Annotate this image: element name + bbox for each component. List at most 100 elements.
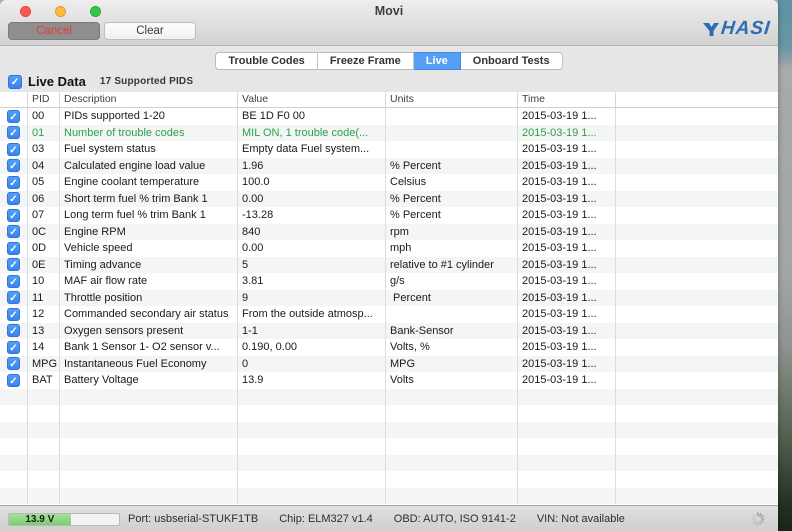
row-value: [238, 488, 386, 505]
row-pid: 01: [28, 125, 60, 142]
row-checkbox[interactable]: [7, 143, 20, 156]
column-header-value[interactable]: Value: [238, 92, 386, 107]
row-time: [518, 405, 616, 422]
row-filler: [616, 372, 778, 389]
row-time: 2015-03-19 1...: [518, 191, 616, 208]
row-checkbox[interactable]: [7, 308, 20, 321]
table-row[interactable]: 06 Short term fuel % trim Bank 1 0.00 % …: [0, 191, 778, 208]
row-checkbox[interactable]: [7, 357, 20, 370]
table-row: [0, 438, 778, 455]
row-description: Vehicle speed: [60, 240, 238, 257]
row-description: [60, 422, 238, 439]
row-checkbox[interactable]: [7, 291, 20, 304]
row-pid: [28, 405, 60, 422]
clear-button[interactable]: Clear: [104, 22, 196, 40]
table-row[interactable]: 0D Vehicle speed 0.00 mph 2015-03-19 1..…: [0, 240, 778, 257]
row-units: [386, 405, 518, 422]
table-row[interactable]: 01 Number of trouble codes MIL ON, 1 tro…: [0, 125, 778, 142]
row-pid: [28, 488, 60, 505]
row-value: 9: [238, 290, 386, 307]
row-value: 13.9: [238, 372, 386, 389]
column-header-pid[interactable]: PID: [28, 92, 60, 107]
row-time: 2015-03-19 1...: [518, 372, 616, 389]
hasi-logo: HASI: [702, 18, 770, 40]
live-data-master-checkbox[interactable]: [8, 75, 22, 89]
table-row[interactable]: 12 Commanded secondary air status From t…: [0, 306, 778, 323]
row-filler: [616, 405, 778, 422]
row-checkbox[interactable]: [7, 324, 20, 337]
row-value: 0.00: [238, 240, 386, 257]
row-pid: 0E: [28, 257, 60, 274]
row-time: 2015-03-19 1...: [518, 207, 616, 224]
table-row[interactable]: 14 Bank 1 Sensor 1- O2 sensor v... 0.190…: [0, 339, 778, 356]
toolbar: Cancel Clear HASI: [0, 22, 778, 46]
row-units: [386, 422, 518, 439]
row-filler: [616, 257, 778, 274]
row-checkbox-cell: [0, 372, 28, 389]
minimize-button[interactable]: [55, 6, 66, 17]
row-checkbox-cell: [0, 405, 28, 422]
table-row: [0, 488, 778, 505]
row-checkbox[interactable]: [7, 126, 20, 139]
table-row[interactable]: 04 Calculated engine load value 1.96 % P…: [0, 158, 778, 175]
tab-live[interactable]: Live: [414, 52, 461, 70]
row-description: Engine RPM: [60, 224, 238, 241]
row-description: [60, 471, 238, 488]
row-units: % Percent: [386, 158, 518, 175]
row-checkbox[interactable]: [7, 176, 20, 189]
table-row[interactable]: BAT Battery Voltage 13.9 Volts 2015-03-1…: [0, 372, 778, 389]
row-description: Engine coolant temperature: [60, 174, 238, 191]
table-row[interactable]: 0E Timing advance 5 relative to #1 cylin…: [0, 257, 778, 274]
table-row[interactable]: 11 Throttle position 9 Percent 2015-03-1…: [0, 290, 778, 307]
cancel-button[interactable]: Cancel: [8, 22, 100, 40]
row-checkbox-cell: [0, 108, 28, 125]
row-checkbox[interactable]: [7, 159, 20, 172]
row-checkbox[interactable]: [7, 225, 20, 238]
row-checkbox[interactable]: [7, 258, 20, 271]
table-row[interactable]: 07 Long term fuel % trim Bank 1 -13.28 %…: [0, 207, 778, 224]
row-value: 100.0: [238, 174, 386, 191]
column-header-description[interactable]: Description: [60, 92, 238, 107]
table-row[interactable]: 0C Engine RPM 840 rpm 2015-03-19 1...: [0, 224, 778, 241]
row-checkbox[interactable]: [7, 209, 20, 222]
row-checkbox[interactable]: [7, 341, 20, 354]
row-pid: 05: [28, 174, 60, 191]
zoom-button[interactable]: [90, 6, 101, 17]
row-time: 2015-03-19 1...: [518, 339, 616, 356]
row-units: Volts, %: [386, 339, 518, 356]
tab-onboard-tests[interactable]: Onboard Tests: [461, 52, 563, 70]
tab-trouble-codes[interactable]: Trouble Codes: [215, 52, 317, 70]
battery-gauge: 13.9 V: [8, 513, 120, 526]
titlebar[interactable]: Movi: [0, 0, 778, 22]
row-checkbox[interactable]: [7, 242, 20, 255]
column-header-units[interactable]: Units: [386, 92, 518, 107]
row-description: PIDs supported 1-20: [60, 108, 238, 125]
tab-freeze-frame[interactable]: Freeze Frame: [318, 52, 414, 70]
row-checkbox[interactable]: [7, 110, 20, 123]
row-checkbox[interactable]: [7, 374, 20, 387]
row-description: Instantaneous Fuel Economy: [60, 356, 238, 373]
row-filler: [616, 488, 778, 505]
row-checkbox-cell: [0, 290, 28, 307]
table-row[interactable]: MPG Instantaneous Fuel Economy 0 MPG 201…: [0, 356, 778, 373]
table-row[interactable]: 10 MAF air flow rate 3.81 g/s 2015-03-19…: [0, 273, 778, 290]
row-time: 2015-03-19 1...: [518, 290, 616, 307]
row-units: Bank-Sensor: [386, 323, 518, 340]
row-pid: 00: [28, 108, 60, 125]
row-checkbox[interactable]: [7, 192, 20, 205]
row-pid: 12: [28, 306, 60, 323]
table-row[interactable]: 13 Oxygen sensors present 1-1 Bank-Senso…: [0, 323, 778, 340]
table-row[interactable]: 05 Engine coolant temperature 100.0 Cels…: [0, 174, 778, 191]
row-filler: [616, 455, 778, 472]
row-value: [238, 438, 386, 455]
row-description: Number of trouble codes: [60, 125, 238, 142]
row-value: Empty data Fuel system...: [238, 141, 386, 158]
row-checkbox[interactable]: [7, 275, 20, 288]
row-units: Celsius: [386, 174, 518, 191]
close-button[interactable]: [20, 6, 31, 17]
row-filler: [616, 290, 778, 307]
column-header-time[interactable]: Time: [518, 92, 616, 107]
table-row[interactable]: 03 Fuel system status Empty data Fuel sy…: [0, 141, 778, 158]
row-description: Throttle position: [60, 290, 238, 307]
table-row[interactable]: 00 PIDs supported 1-20 BE 1D F0 00 2015-…: [0, 108, 778, 125]
